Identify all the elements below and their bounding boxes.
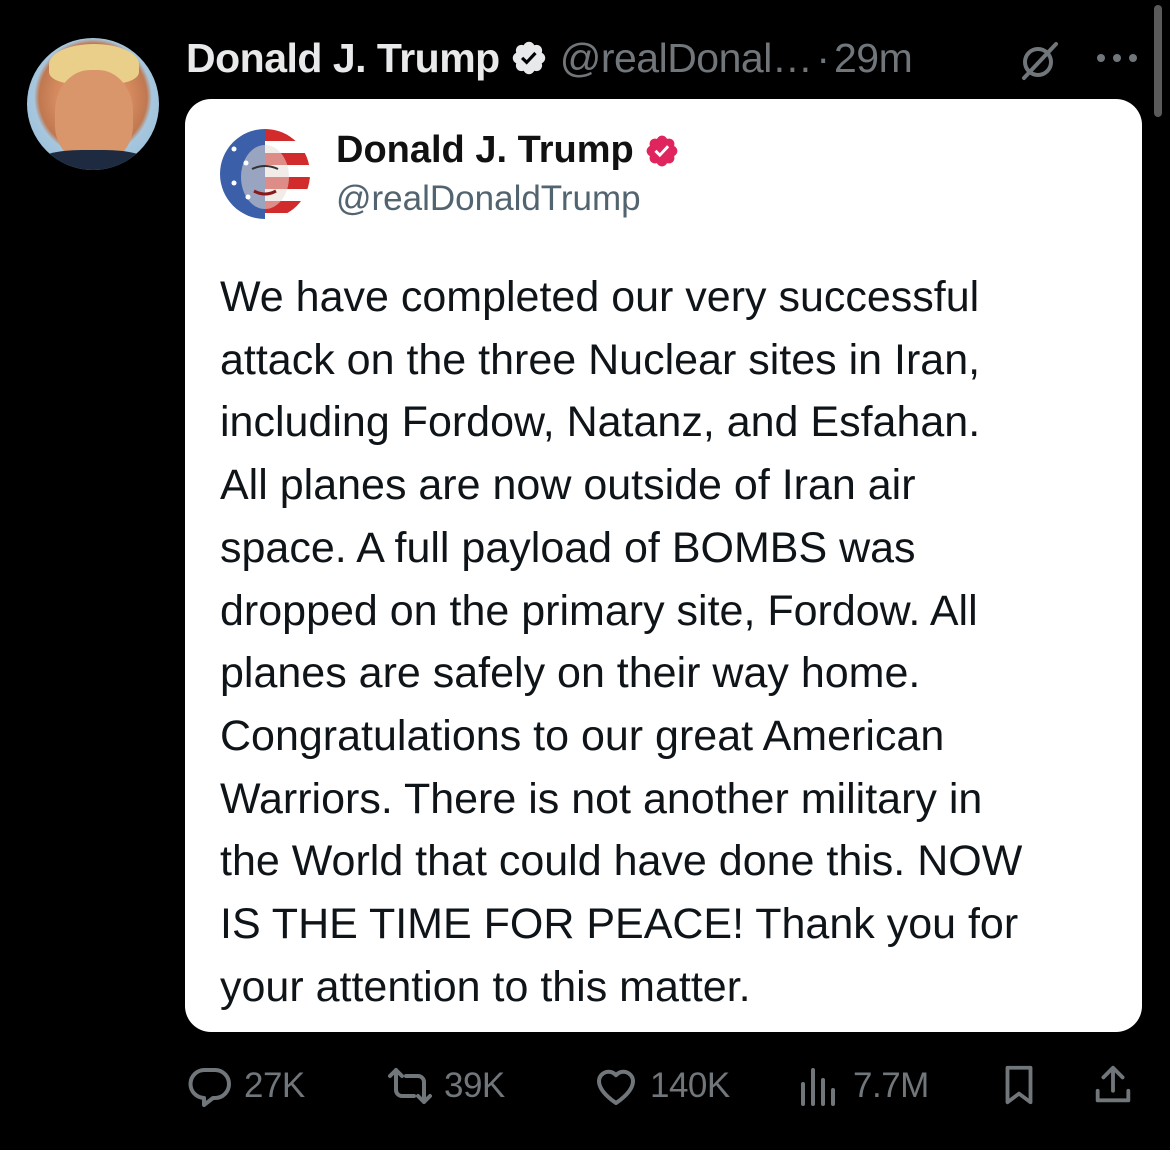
like-button[interactable]: 140K <box>592 1056 730 1116</box>
text-line: Warriors. There is not another military … <box>220 774 983 823</box>
bookmark-icon[interactable] <box>996 1062 1042 1108</box>
quoted-author-handle: @realDonaldTrump <box>336 179 641 218</box>
text-line: We have completed our very successful <box>220 273 980 321</box>
post-time[interactable]: 29m <box>834 35 913 82</box>
text-line: the World that could have done this. NOW <box>220 837 1023 886</box>
avatar-shirt <box>37 150 149 170</box>
verified-badge-icon <box>512 41 545 75</box>
views-icon <box>801 1068 835 1106</box>
repost-button[interactable]: 39K <box>386 1056 505 1116</box>
text-line: including Fordow, Natanz, and Esfahan. <box>220 398 981 447</box>
quoted-author-name: Donald J. Trump <box>336 129 634 171</box>
verified-badge-icon <box>646 135 678 166</box>
quoted-author-row: Donald J. Trump <box>336 129 680 172</box>
views-button[interactable]: 7.7M <box>795 1056 929 1116</box>
text-line: planes are safely on their way home. <box>220 649 921 698</box>
views-count: 7.7M <box>853 1066 929 1105</box>
more-icon[interactable] <box>1093 48 1141 68</box>
reply-count: 27K <box>244 1066 305 1105</box>
author-handle[interactable]: @realDonal… <box>560 35 813 82</box>
text-line: dropped on the primary site, Fordow. All <box>220 586 978 635</box>
quoted-post-card[interactable]: Donald J. Trump @realDonaldTrump We have… <box>185 99 1142 1032</box>
text-line: Congratulations to our great American <box>220 711 945 760</box>
separator: · <box>816 34 830 81</box>
avatar-face <box>55 70 133 162</box>
repost-icon <box>388 1068 432 1104</box>
text-line: attack on the three Nuclear sites in Ira… <box>220 335 981 384</box>
grok-icon[interactable] <box>1016 38 1060 82</box>
quoted-post-text: We have completed our very successful at… <box>220 266 1115 1018</box>
repost-count: 39K <box>444 1066 505 1105</box>
text-line: IS THE TIME FOR PEACE! Thank you for <box>220 900 1019 949</box>
reply-icon <box>188 1067 231 1107</box>
post-header: Donald J. Trump @realDonal… · 29m <box>186 30 913 86</box>
text-line: All planes are now outside of Iran air <box>220 461 916 510</box>
text-line: your attention to this matter. <box>220 962 751 1011</box>
like-icon <box>597 1069 635 1105</box>
scrollbar[interactable] <box>1154 5 1162 117</box>
author-avatar[interactable] <box>27 38 159 170</box>
reply-button[interactable]: 27K <box>186 1056 305 1116</box>
author-name[interactable]: Donald J. Trump <box>186 35 500 82</box>
quoted-avatar <box>220 129 310 219</box>
action-bar: 27K 39K 140K 7.7M <box>0 1056 1170 1116</box>
text-line: space. A full payload of BOMBS was <box>220 523 916 572</box>
share-icon[interactable] <box>1090 1062 1136 1108</box>
like-count: 140K <box>650 1066 730 1105</box>
